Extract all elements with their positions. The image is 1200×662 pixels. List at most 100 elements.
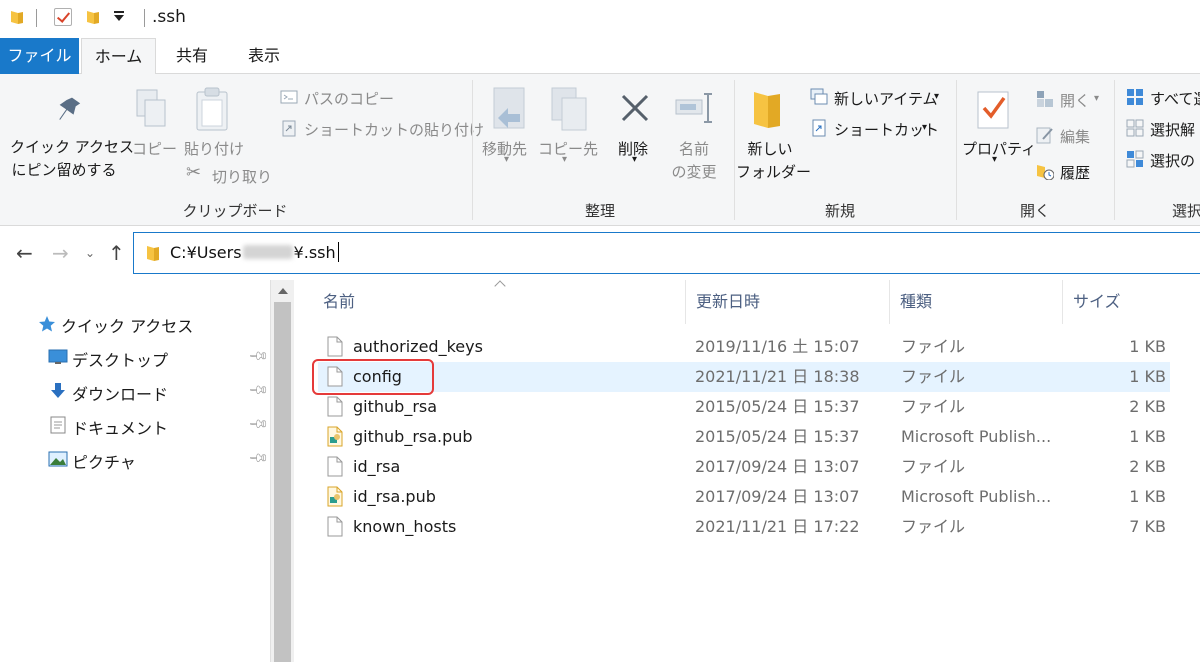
address-path: C:¥Users ¥.ssh	[170, 242, 339, 262]
file-size: 2 KB	[1129, 457, 1166, 476]
rename-icon	[675, 93, 712, 123]
move-to-dropdown-icon: ▾	[504, 154, 510, 165]
sidebar-item-label: クイック アクセス	[61, 317, 194, 336]
new-folder-quick-icon[interactable]	[86, 9, 100, 25]
copy-icon	[136, 89, 166, 127]
copy-to-button[interactable]: コピー先	[538, 138, 598, 159]
paste-shortcut-button[interactable]: ショートカットの貼り付け	[304, 119, 484, 140]
column-header-size[interactable]: サイズ	[1063, 280, 1176, 324]
scrollbar-thumb[interactable]	[274, 302, 291, 662]
column-header-name[interactable]: 名前	[313, 280, 686, 324]
table-row[interactable]: github_rsa 2015/05/24 日 15:37 ファイル 2 KB	[318, 392, 1170, 422]
open-icon	[1037, 91, 1053, 107]
organize-group-label: 整理	[584, 202, 615, 220]
new-folder-icon	[754, 92, 780, 128]
select-none-icon	[1126, 119, 1144, 137]
file-type: ファイル	[901, 367, 966, 386]
select-all-button[interactable]: すべて選	[1150, 88, 1200, 109]
new-item-dropdown-icon: ▾	[934, 91, 940, 102]
file-date: 2017/09/24 日 13:07	[695, 487, 860, 506]
table-row[interactable]: github_rsa.pub 2015/05/24 日 15:37 Micros…	[318, 422, 1170, 452]
title-separator	[36, 9, 37, 27]
ribbon-separator	[472, 80, 473, 220]
up-arrow-icon[interactable]: ↑	[108, 241, 125, 265]
rename-button[interactable]: 名前 の変更	[664, 138, 724, 182]
delete-icon	[621, 94, 649, 122]
folder-icon	[11, 11, 23, 24]
picture-icon	[48, 451, 68, 467]
file-date: 2019/11/16 土 15:07	[695, 337, 860, 356]
paste-shortcut-icon	[282, 120, 296, 137]
table-row[interactable]: known_hosts 2021/11/21 日 17:22 ファイル 7 KB	[318, 512, 1170, 542]
back-arrow-icon[interactable]: ←	[16, 241, 33, 265]
properties-button[interactable]: プロパティ	[962, 138, 1036, 159]
table-row[interactable]: id_rsa 2017/09/24 日 13:07 ファイル 2 KB	[318, 452, 1170, 482]
file-date: 2021/11/21 日 18:38	[695, 367, 860, 386]
column-header-date[interactable]: 更新日時	[686, 280, 890, 324]
select-group-label: 選択	[1172, 202, 1200, 220]
file-type: ファイル	[901, 457, 966, 476]
paste-button[interactable]: 貼り付け	[184, 138, 244, 159]
scroll-up-arrow-icon[interactable]	[278, 288, 288, 294]
file-icon	[327, 336, 343, 357]
file-name: config	[353, 367, 402, 386]
file-icon	[327, 366, 343, 387]
sidebar-item-label: ダウンロード	[72, 385, 169, 404]
copy-button[interactable]: コピー	[132, 138, 177, 159]
invert-selection-button[interactable]: 選択の	[1150, 150, 1195, 171]
file-list: 名前 更新日時 種類 サイズ authorized_keys 2019/11/1…	[294, 280, 1200, 662]
pin-icon: 📌︎	[247, 345, 270, 368]
copy-path-button[interactable]: パスのコピー	[304, 88, 394, 109]
navigation-pane-scrollbar[interactable]	[270, 280, 294, 662]
ribbon-tab-bar: ファイル ホーム 共有 表示	[0, 38, 1200, 75]
file-name: authorized_keys	[353, 337, 483, 356]
table-row[interactable]: authorized_keys 2019/11/16 土 15:07 ファイル …	[318, 332, 1170, 362]
file-type: ファイル	[901, 337, 966, 356]
file-icon	[327, 396, 343, 417]
pin-icon: 📌︎	[247, 447, 270, 470]
address-path-suffix: ¥.ssh	[293, 243, 336, 262]
edit-button[interactable]: 編集	[1060, 126, 1090, 147]
address-folder-icon	[147, 246, 159, 261]
delete-dropdown-icon: ▾	[632, 154, 638, 165]
sidebar-item-label: デスクトップ	[72, 351, 169, 370]
file-date: 2015/05/24 日 15:37	[695, 427, 860, 446]
table-row[interactable]: id_rsa.pub 2017/09/24 日 13:07 Microsoft …	[318, 482, 1170, 512]
cut-button[interactable]: 切り取り	[212, 166, 272, 187]
open-button[interactable]: 開く	[1060, 90, 1090, 111]
customize-toolbar-dropdown-icon[interactable]	[114, 11, 124, 21]
properties-quick-icon[interactable]	[54, 8, 72, 26]
tab-file[interactable]: ファイル	[0, 38, 79, 74]
open-dropdown-icon: ▾	[1094, 93, 1100, 104]
pin-icon	[59, 97, 81, 120]
file-type: Microsoft Publish...	[901, 487, 1052, 506]
table-row-selected[interactable]: config 2021/11/21 日 18:38 ファイル 1 KB	[318, 362, 1170, 392]
paste-icon	[196, 87, 228, 131]
history-button[interactable]: 履歴	[1060, 162, 1090, 183]
open-group-label: 開く	[1019, 202, 1050, 220]
file-size: 1 KB	[1129, 367, 1166, 386]
tab-home[interactable]: ホーム	[81, 38, 156, 75]
file-type: ファイル	[901, 397, 966, 416]
pin-quick-access-button[interactable]: クイック アクセス にピン留めする	[10, 136, 135, 180]
title-separator-2	[144, 9, 145, 27]
address-bar[interactable]: C:¥Users ¥.ssh	[133, 232, 1200, 274]
file-icon	[327, 516, 343, 537]
tab-share[interactable]: 共有	[160, 38, 224, 74]
forward-arrow-icon[interactable]: →	[52, 241, 69, 265]
ribbon-separator	[734, 80, 735, 220]
new-item-icon	[810, 88, 828, 105]
tab-view[interactable]: 表示	[232, 38, 296, 74]
navigation-pane: クイック アクセス デスクトップ 📌︎ ダウンロード 📌︎ ドキュメント 📌︎ …	[0, 280, 270, 662]
pin-label-line1: クイック アクセス	[10, 138, 135, 156]
select-none-button[interactable]: 選択解	[1150, 119, 1195, 140]
new-folder-button[interactable]: 新しい フォルダー	[736, 138, 812, 182]
file-name: id_rsa	[353, 457, 401, 476]
shortcut-icon	[812, 119, 826, 137]
pin-label-line2: にピン留めする	[11, 161, 117, 179]
recent-locations-chevron-icon[interactable]: ⌄	[85, 241, 95, 265]
new-item-button[interactable]: 新しいアイテム	[834, 88, 938, 109]
column-header-type[interactable]: 種類	[890, 280, 1063, 324]
pin-icon: 📌︎	[247, 379, 270, 402]
new-folder-label-line2: フォルダー	[736, 163, 812, 181]
